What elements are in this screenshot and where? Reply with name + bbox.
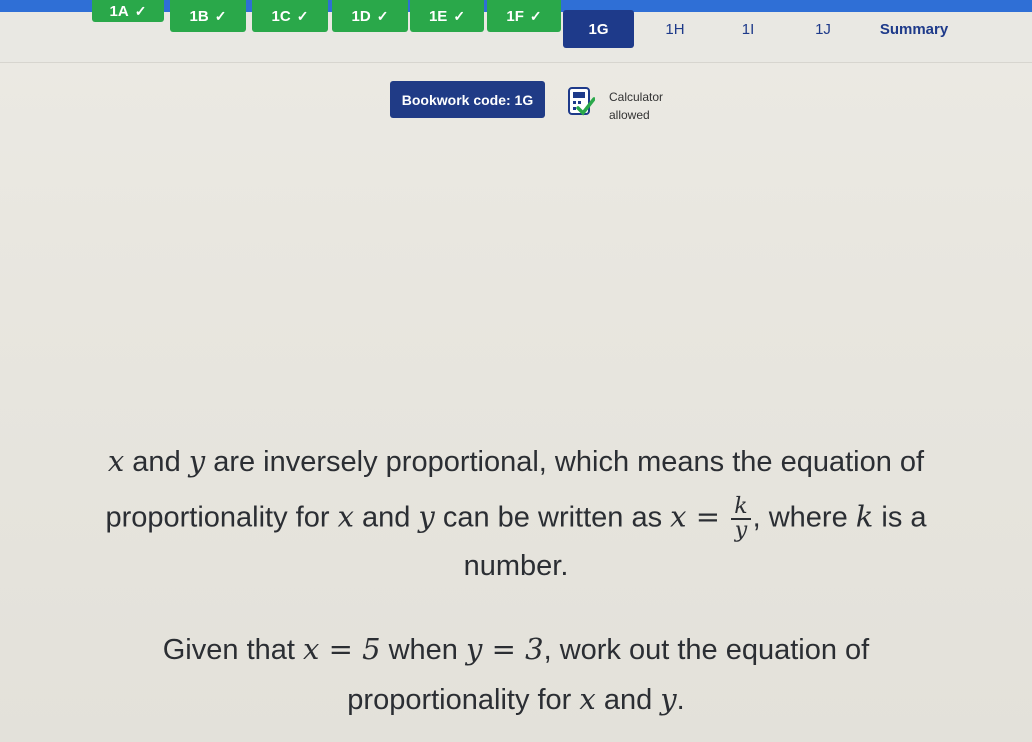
check-icon: ✓ [376, 7, 389, 24]
text: Given that [162, 634, 303, 666]
text: and [353, 501, 419, 534]
question-line-1: x and y are inversely proportional, whic… [0, 444, 1032, 479]
var-x: x [670, 499, 687, 534]
check-icon: ✓ [529, 7, 542, 24]
tab-1e[interactable]: 1E ✓ [410, 0, 484, 32]
tab-label: 1J [815, 20, 831, 38]
tab-label: 1I [741, 20, 755, 38]
calculator-allowed-text: Calculator allowed [609, 88, 663, 124]
question-line-5: proportionality for x and y. [0, 682, 1032, 717]
tab-1h[interactable]: 1H [645, 12, 705, 46]
var-y: y [660, 682, 677, 716]
question-line-4: Given that x = 5 when y = 3, work out th… [0, 632, 1032, 667]
check-icon: ✓ [134, 2, 147, 19]
check-icon: ✓ [296, 7, 309, 24]
check-icon: ✓ [453, 7, 466, 24]
text: . [676, 684, 685, 716]
text: are inversely proportional, which means … [205, 446, 925, 478]
var-y: y [418, 499, 435, 534]
fraction-k-over-y: ky [731, 496, 751, 543]
tab-1c[interactable]: 1C ✓ [252, 0, 328, 32]
var-y: y [466, 632, 483, 666]
text: proportionality for [105, 501, 338, 534]
equals-5: = 5 [319, 632, 381, 666]
var-x: x [579, 682, 596, 716]
fraction-denominator: y [734, 518, 748, 543]
text: is a [873, 501, 927, 534]
tab-1a[interactable]: 1A ✓ [92, 0, 164, 22]
var-y: y [188, 444, 206, 478]
tab-1j[interactable]: 1J [792, 12, 854, 46]
equals-3: = 3 [482, 632, 544, 666]
calculator-line1: Calculator [609, 90, 664, 104]
tab-label: Summary [879, 20, 949, 38]
var-x: x [337, 499, 354, 534]
text: number. [463, 550, 569, 582]
bookwork-code-badge: Bookwork code: 1G [390, 81, 545, 118]
tab-label: 1H [665, 20, 685, 38]
tab-1g[interactable]: 1G [563, 10, 634, 48]
question-line-2: proportionality for x and y can be writt… [0, 496, 1032, 542]
text: proportionality for [347, 684, 580, 716]
text: and [124, 446, 189, 478]
var-k: k [855, 499, 874, 534]
text: can be written as [434, 501, 671, 534]
tab-label: 1A [109, 2, 129, 20]
question-line-3: number. [0, 550, 1032, 583]
tab-label: 1E [428, 7, 448, 25]
var-x: x [303, 632, 320, 666]
var-x: x [107, 444, 125, 478]
tab-1d[interactable]: 1D ✓ [332, 0, 408, 32]
tab-label: 1B [189, 7, 209, 25]
calculator-line2: allowed [609, 108, 650, 122]
text: , where [752, 501, 856, 534]
tab-label: 1F [506, 7, 524, 25]
bookwork-label: Bookwork code: 1G [401, 91, 534, 108]
tab-label: 1G [588, 20, 609, 38]
text: when [380, 634, 466, 666]
tab-summary[interactable]: Summary [864, 12, 964, 46]
equals: = [686, 499, 730, 534]
tab-label: 1C [271, 7, 291, 25]
check-icon: ✓ [214, 7, 227, 24]
text: and [595, 684, 661, 716]
tab-label: 1D [351, 7, 371, 25]
tab-1f[interactable]: 1F ✓ [487, 0, 561, 32]
tab-1b[interactable]: 1B ✓ [170, 0, 246, 32]
text: , work out the equation of [543, 634, 870, 666]
tab-1i[interactable]: 1I [718, 12, 778, 46]
fraction-numerator: k [731, 496, 751, 520]
section-tabs: 1A ✓ 1B ✓ 1C ✓ 1D ✓ 1E ✓ 1F ✓ 1G 1H 1I 1J Summ… [0, 0, 1032, 63]
calculator-check-icon [568, 87, 595, 116]
